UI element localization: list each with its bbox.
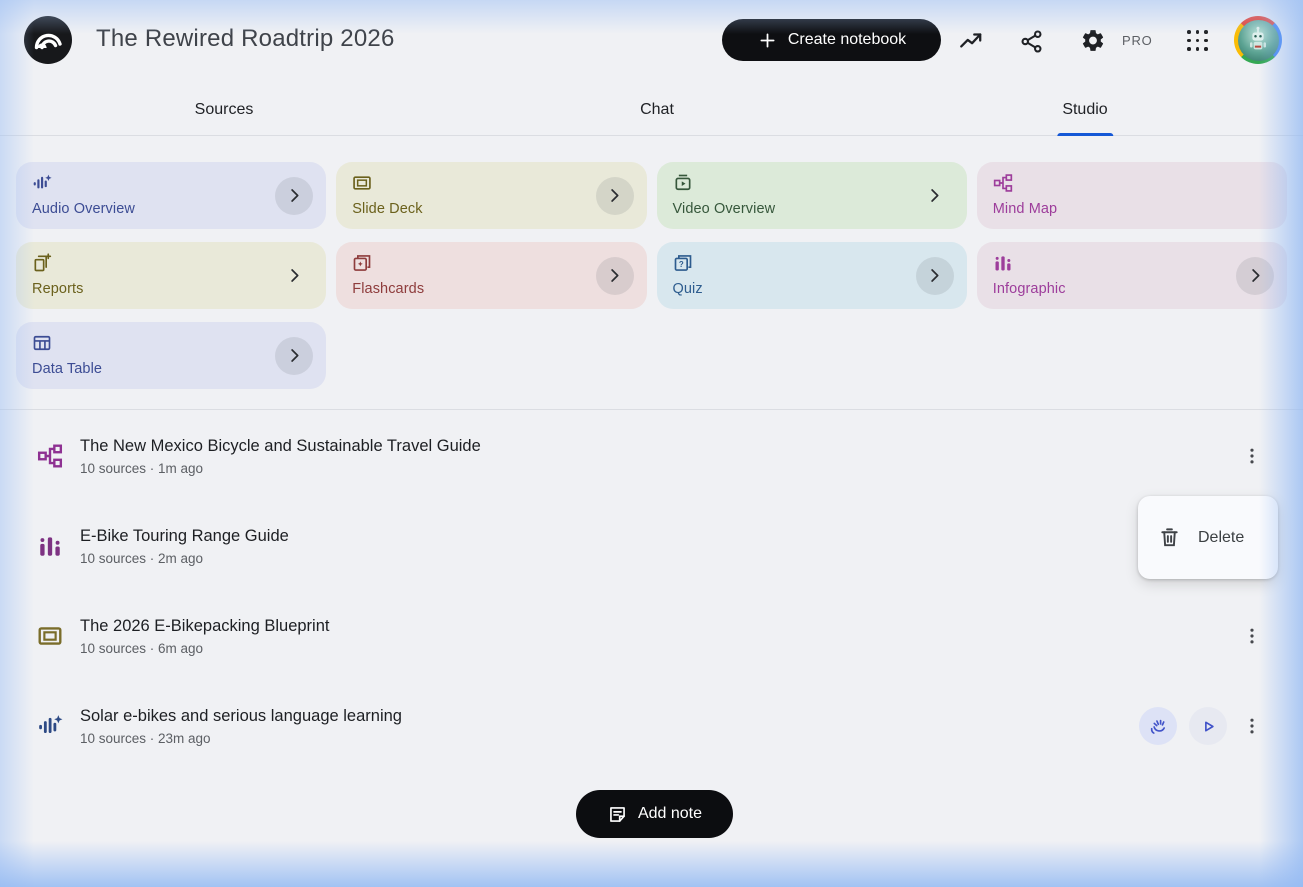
artifact-meta: 10 sources · 2m ago (80, 550, 204, 566)
artifact-row-audio-overview[interactable]: Solar e-bikes and serious language learn… (0, 681, 1303, 771)
card-reports[interactable]: Reports (16, 242, 327, 309)
quiz-icon: ? (673, 253, 693, 273)
artifact-text: Solar e-bikes and serious language learn… (80, 707, 402, 746)
artifact-row-mind-map[interactable]: The New Mexico Bicycle and Sustainable T… (0, 411, 1303, 501)
more-options-icon[interactable] (1241, 443, 1263, 469)
trash-icon (1158, 526, 1181, 549)
artifact-title: Solar e-bikes and serious language learn… (80, 706, 402, 725)
card-label: Quiz (672, 281, 703, 297)
video-overview-icon (673, 173, 693, 193)
account-avatar[interactable] (1234, 16, 1282, 64)
artifact-list: The New Mexico Bicycle and Sustainable T… (0, 411, 1303, 771)
notebooklm-logo[interactable] (24, 16, 72, 64)
chevron-right-icon[interactable] (1236, 256, 1274, 295)
artifact-text: The 2026 E-Bikepacking Blueprint 10 sour… (80, 617, 329, 656)
card-quiz[interactable]: ? Quiz (656, 242, 967, 309)
svg-text:?: ? (678, 260, 683, 269)
card-label: Video Overview (672, 201, 776, 217)
apps-grid-icon[interactable] (1187, 30, 1209, 52)
card-label: Flashcards (352, 281, 425, 297)
card-label: Reports (32, 281, 84, 297)
tab-bar: Sources Chat Studio (0, 84, 1303, 136)
more-options-icon[interactable] (1241, 623, 1263, 649)
chevron-right-icon[interactable] (915, 256, 954, 295)
artifact-meta: 10 sources · 1m ago (80, 460, 204, 476)
flashcards-icon (352, 253, 372, 273)
slide-deck-icon (37, 623, 63, 649)
data-table-icon (32, 333, 52, 353)
more-options-icon[interactable] (1241, 713, 1263, 739)
context-menu: Delete (1138, 496, 1278, 579)
create-notebook-label: Create notebook (787, 31, 907, 48)
tab-sources[interactable]: Sources (185, 84, 264, 136)
artifact-row-infographic[interactable]: E-Bike Touring Range Guide 10 sources · … (0, 501, 1303, 591)
avatar-robot-image (1237, 19, 1279, 61)
card-infographic[interactable]: Infographic (976, 242, 1287, 309)
artifact-meta: 10 sources · 6m ago (80, 640, 204, 656)
waving-hand-icon (1150, 719, 1165, 734)
infographic-icon (993, 253, 1013, 273)
card-slide-deck[interactable]: Slide Deck (336, 162, 647, 229)
menu-item-delete[interactable]: Delete (1138, 496, 1278, 579)
chevron-right-icon[interactable] (595, 256, 634, 295)
reports-icon (32, 253, 52, 273)
chevron-right-icon[interactable] (916, 177, 954, 215)
interactive-mode-button[interactable] (1139, 707, 1177, 745)
tab-chat[interactable]: Chat (630, 84, 684, 136)
mind-map-icon (993, 173, 1013, 193)
play-icon (1204, 720, 1214, 732)
card-label: Audio Overview (32, 201, 135, 217)
artifact-title: The 2026 E-Bikepacking Blueprint (80, 616, 330, 635)
card-flashcards[interactable]: Flashcards (336, 242, 647, 309)
chevron-right-icon[interactable] (275, 257, 313, 295)
settings-icon[interactable] (1080, 27, 1106, 53)
chevron-right-icon[interactable] (595, 176, 634, 215)
card-mind-map[interactable]: Mind Map (976, 162, 1287, 229)
studio-panel: Audio Overview Slide Deck Video Overview… (0, 137, 1303, 410)
card-label: Infographic (992, 281, 1066, 297)
artifact-row-slide-deck[interactable]: The 2026 E-Bikepacking Blueprint 10 sour… (0, 591, 1303, 681)
mind-map-icon (37, 443, 63, 469)
create-notebook-button[interactable]: Create notebook (722, 19, 941, 61)
chevron-right-icon[interactable] (275, 176, 314, 215)
infographic-icon (37, 533, 63, 559)
share-icon[interactable] (1018, 28, 1044, 54)
add-note-button[interactable]: Add note (576, 790, 733, 838)
play-button[interactable] (1189, 707, 1227, 745)
studio-card-grid: Audio Overview Slide Deck Video Overview… (16, 162, 1287, 389)
analytics-icon[interactable] (958, 28, 984, 54)
artifact-title: The New Mexico Bicycle and Sustainable T… (80, 436, 481, 455)
menu-item-label: Delete (1198, 528, 1245, 546)
notebooklm-app: The Rewired Roadtrip 2026 Create noteboo… (0, 0, 1303, 887)
plus-icon (757, 30, 778, 51)
card-audio-overview[interactable]: Audio Overview (16, 162, 327, 229)
audio-actions (1139, 707, 1227, 745)
artifact-text: The New Mexico Bicycle and Sustainable T… (80, 437, 481, 476)
pro-badge: PRO (1122, 33, 1153, 48)
card-label: Data Table (32, 361, 103, 377)
notebook-title[interactable]: The Rewired Roadtrip 2026 (96, 25, 395, 53)
artifact-title: E-Bike Touring Range Guide (80, 526, 289, 545)
card-label: Slide Deck (352, 201, 423, 217)
card-video-overview[interactable]: Video Overview (656, 162, 967, 229)
note-icon (607, 804, 628, 825)
audio-waveform-sparkle-icon (32, 173, 52, 193)
tab-studio[interactable]: Studio (1052, 84, 1117, 136)
artifact-text: E-Bike Touring Range Guide 10 sources · … (80, 527, 289, 566)
add-note-label: Add note (637, 805, 703, 822)
audio-waveform-sparkle-icon (37, 713, 63, 739)
card-label: Mind Map (992, 201, 1058, 217)
chevron-right-icon[interactable] (275, 336, 314, 375)
artifact-meta: 10 sources · 23m ago (80, 730, 211, 746)
slide-deck-icon (352, 173, 372, 193)
card-data-table[interactable]: Data Table (16, 322, 327, 389)
